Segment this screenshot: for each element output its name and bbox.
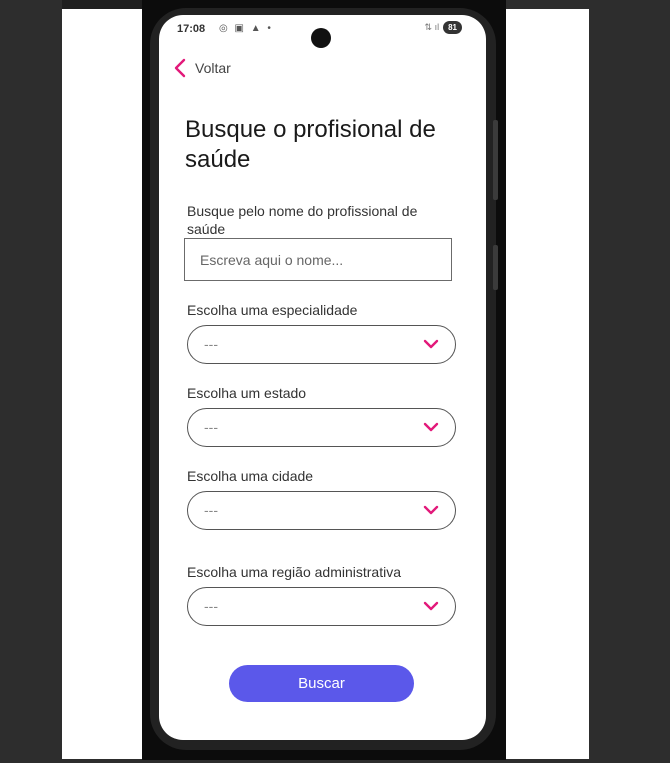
state-value: ---	[204, 419, 218, 435]
city-select[interactable]: ---	[187, 491, 456, 530]
back-label: Voltar	[195, 60, 231, 76]
chevron-down-icon	[423, 422, 439, 432]
front-camera	[311, 28, 331, 48]
chevron-down-icon	[423, 601, 439, 611]
power-button	[493, 245, 498, 290]
back-button[interactable]: Voltar	[173, 58, 231, 78]
phone-screen: 17:08 ◎ ▣ ▲ • ⇅ ıl 81 Voltar Busque o pr…	[159, 15, 486, 740]
chevron-left-icon	[174, 58, 186, 78]
battery-icon: 81	[443, 21, 462, 34]
chevron-down-icon	[423, 505, 439, 515]
state-label: Escolha um estado	[187, 385, 307, 401]
notification-icons: ◎ ▣ ▲ •	[219, 23, 273, 34]
name-search-input[interactable]	[184, 238, 452, 281]
region-label: Escolha uma região administrativa	[187, 564, 401, 580]
status-right-group: ⇅ ıl 81	[425, 21, 462, 34]
chevron-down-icon	[423, 339, 439, 349]
volume-button	[493, 120, 498, 200]
region-select[interactable]: ---	[187, 587, 456, 626]
left-backdrop	[62, 9, 142, 759]
specialty-value: ---	[204, 336, 218, 352]
page-title: Busque o profisional de saúde	[185, 116, 436, 173]
name-label: Busque pelo nome do profissional de saúd…	[187, 203, 418, 237]
specialty-select[interactable]: ---	[187, 325, 456, 364]
right-backdrop	[506, 9, 589, 759]
signal-icon: ⇅ ıl	[424, 22, 440, 32]
state-select[interactable]: ---	[187, 408, 456, 447]
status-time: 17:08	[177, 23, 206, 35]
search-button[interactable]: Buscar	[229, 665, 414, 702]
city-value: ---	[204, 502, 218, 518]
region-value: ---	[204, 598, 218, 614]
city-label: Escolha uma cidade	[187, 468, 314, 484]
specialty-label: Escolha uma especialidade	[187, 302, 358, 318]
